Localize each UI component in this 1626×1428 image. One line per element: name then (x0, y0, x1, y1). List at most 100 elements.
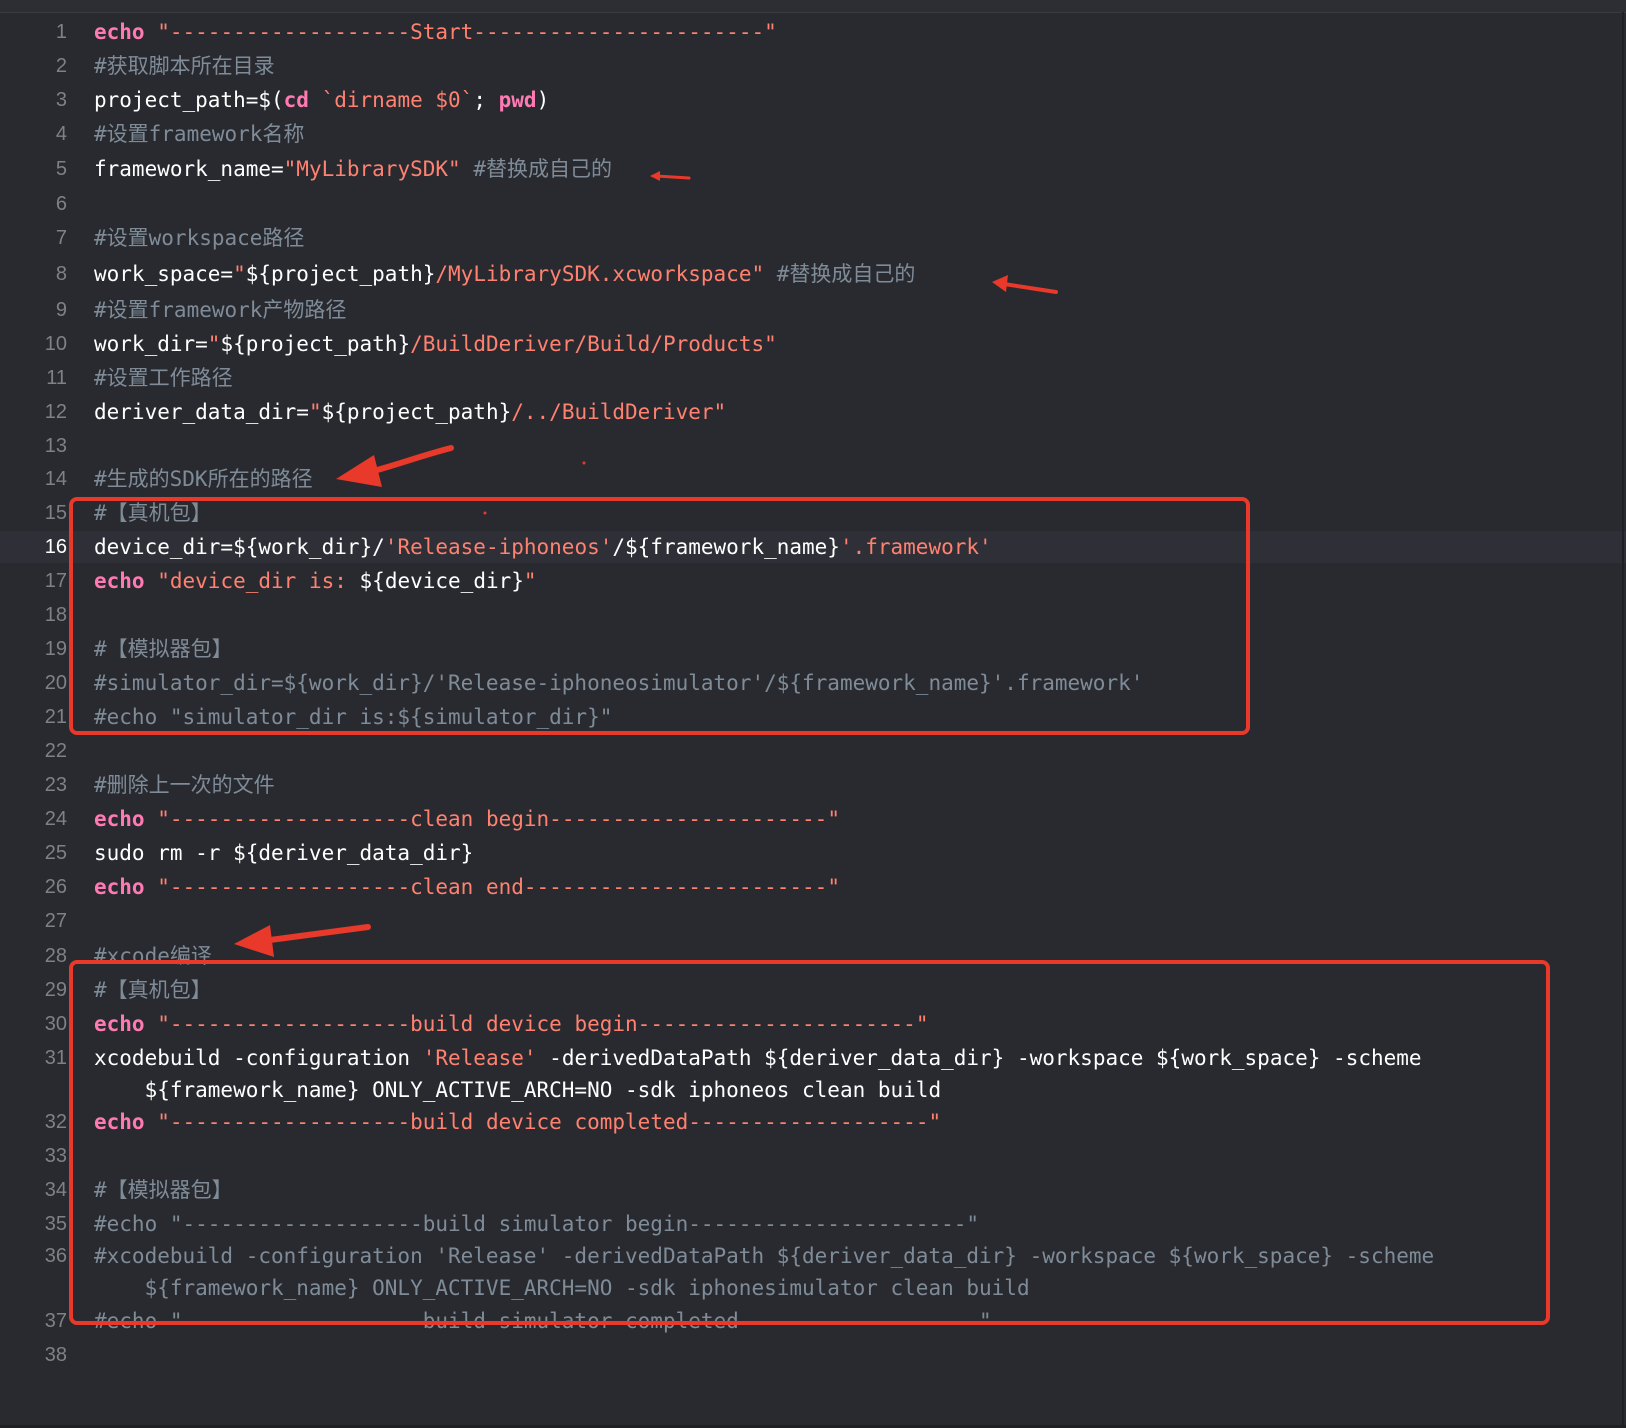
line-code[interactable]: #生成的SDK所在的路径 (94, 463, 313, 495)
code-line[interactable]: 1 echo "-------------------Start---------… (0, 16, 1626, 48)
code-line[interactable]: 14 #生成的SDK所在的路径 (0, 463, 1626, 495)
comment-token: #删除上一次的文件 (94, 773, 275, 797)
comment-token: #设置framework产物路径 (94, 298, 347, 322)
code-token: ${project_path} (220, 332, 411, 356)
comment-token: #替换成自己的 (460, 157, 612, 181)
line-code[interactable]: #获取脚本所在目录 (94, 50, 275, 82)
line-code[interactable]: framework_name="MyLibrarySDK" #替换成自己的 (94, 153, 612, 185)
keyword-token: echo (94, 807, 145, 831)
line-number: 35 (44, 1213, 67, 1235)
code-line[interactable]: 6 (0, 188, 1626, 220)
line-code[interactable]: #设置工作路径 (94, 362, 233, 394)
line-number: 34 (44, 1179, 67, 1201)
line-number: 26 (44, 876, 67, 898)
code-line[interactable]: 24 echo "-------------------clean begin--… (0, 803, 1626, 835)
line-number: 4 (55, 123, 67, 145)
line-number: 18 (44, 604, 67, 626)
code-token: deriver_data_dir= (94, 400, 309, 424)
line-number: 11 (46, 367, 67, 389)
line-code[interactable]: #设置workspace路径 (94, 222, 304, 254)
code-token: work_space= (94, 262, 234, 286)
keyword-token: echo (94, 20, 145, 44)
string-token: "-------------------clean begin---------… (157, 807, 840, 831)
line-number: 12 (44, 401, 67, 423)
code-line[interactable]: 11 #设置工作路径 (0, 362, 1626, 394)
code-line[interactable]: 23 #删除上一次的文件 (0, 769, 1626, 801)
line-code[interactable]: work_space="${project_path}/MyLibrarySDK… (94, 258, 915, 290)
keyword-token: cd (283, 88, 309, 112)
comment-token: #设置工作路径 (94, 366, 233, 390)
line-number: 17 (44, 570, 67, 592)
line-number: 9 (55, 299, 67, 321)
comment-token: #设置workspace路径 (94, 226, 305, 250)
line-code[interactable]: sudo rm -r ${deriver_data_dir} (94, 837, 473, 869)
line-code[interactable]: echo "-------------------clean end------… (94, 871, 840, 903)
line-code[interactable]: #删除上一次的文件 (94, 769, 275, 801)
line-number: 31 (44, 1047, 67, 1069)
line-code[interactable]: project_path=$(cd `dirname $0`; pwd) (94, 84, 549, 116)
code-line[interactable]: 22 (0, 735, 1626, 767)
code-token: ; (473, 88, 499, 112)
line-code[interactable]: deriver_data_dir="${project_path}/../Bui… (94, 396, 726, 428)
string-token: "-------------------clean end-----------… (157, 875, 840, 899)
line-number: 2 (55, 55, 67, 77)
highlight-box-xcode-build (69, 960, 1550, 1325)
code-line[interactable]: 7 #设置workspace路径 (0, 222, 1626, 254)
line-number: 29 (44, 979, 67, 1001)
code-token: framework_name= (94, 157, 284, 181)
code-token: work_dir= (94, 332, 208, 356)
line-number: 32 (44, 1111, 67, 1133)
string-token: " (207, 332, 221, 356)
line-number: 1 (55, 21, 67, 43)
code-line[interactable]: 9 #设置framework产物路径 (0, 294, 1626, 326)
code-line[interactable]: 26 echo "-------------------clean end----… (0, 871, 1626, 903)
line-code[interactable]: echo "-------------------clean begin----… (94, 803, 840, 835)
code-line[interactable]: 38 (0, 1339, 1626, 1371)
line-code[interactable]: #设置framework产物路径 (94, 294, 346, 326)
code-line[interactable]: 13 (0, 430, 1626, 462)
code-line[interactable]: 10 work_dir="${project_path}/BuildDeriver… (0, 328, 1626, 360)
line-number: 33 (44, 1145, 67, 1167)
line-number: 20 (44, 672, 67, 694)
code-line[interactable]: 5 framework_name="MyLibrarySDK" #替换成自己的 (0, 153, 1626, 185)
string-token: " (233, 262, 246, 286)
code-token: ) (536, 88, 550, 112)
line-number: 30 (44, 1013, 67, 1035)
code-line[interactable]: 2 #获取脚本所在目录 (0, 50, 1626, 82)
editor-top-bar (0, 0, 1626, 13)
code-line[interactable]: 27 (0, 905, 1626, 937)
code-line[interactable]: 12 deriver_data_dir="${project_path}/../B… (0, 396, 1626, 428)
string-token: " (308, 400, 322, 424)
code-token: ${project_path} (245, 262, 436, 286)
line-number: 36 (44, 1245, 67, 1267)
line-code[interactable]: work_dir="${project_path}/BuildDeriver/B… (94, 328, 777, 360)
line-code[interactable]: #设置framework名称 (94, 118, 304, 150)
line-number: 37 (44, 1310, 67, 1332)
code-line[interactable]: 4 #设置framework名称 (0, 118, 1626, 150)
keyword-token: echo (94, 875, 145, 899)
string-token: "-------------------Start---------------… (157, 20, 777, 44)
line-number: 10 (44, 333, 67, 355)
code-line[interactable]: 8 work_space="${project_path}/MyLibrarySD… (0, 258, 1626, 290)
line-number: 16 (44, 536, 67, 558)
line-number: 13 (44, 435, 67, 457)
line-number: 28 (44, 945, 67, 967)
string-token: `dirname $0` (321, 88, 474, 112)
comment-token: #替换成自己的 (764, 262, 916, 286)
code-line[interactable]: 3 project_path=$(cd `dirname $0`; pwd) (0, 84, 1626, 116)
comment-token: #获取脚本所在目录 (94, 54, 275, 78)
string-token: "MyLibrarySDK" (283, 157, 461, 181)
line-code[interactable]: echo "-------------------Start----------… (94, 16, 777, 48)
code-line[interactable]: 25 sudo rm -r ${deriver_data_dir} (0, 837, 1626, 869)
code-editor[interactable]: 1 echo "-------------------Start---------… (0, 0, 1626, 1428)
line-number: 8 (55, 263, 67, 285)
line-number: 15 (44, 502, 67, 524)
comment-token: #设置framework名称 (94, 122, 305, 146)
highlight-box-sdk-paths (69, 497, 1250, 735)
line-number: 22 (44, 740, 67, 762)
line-number: 25 (44, 842, 67, 864)
